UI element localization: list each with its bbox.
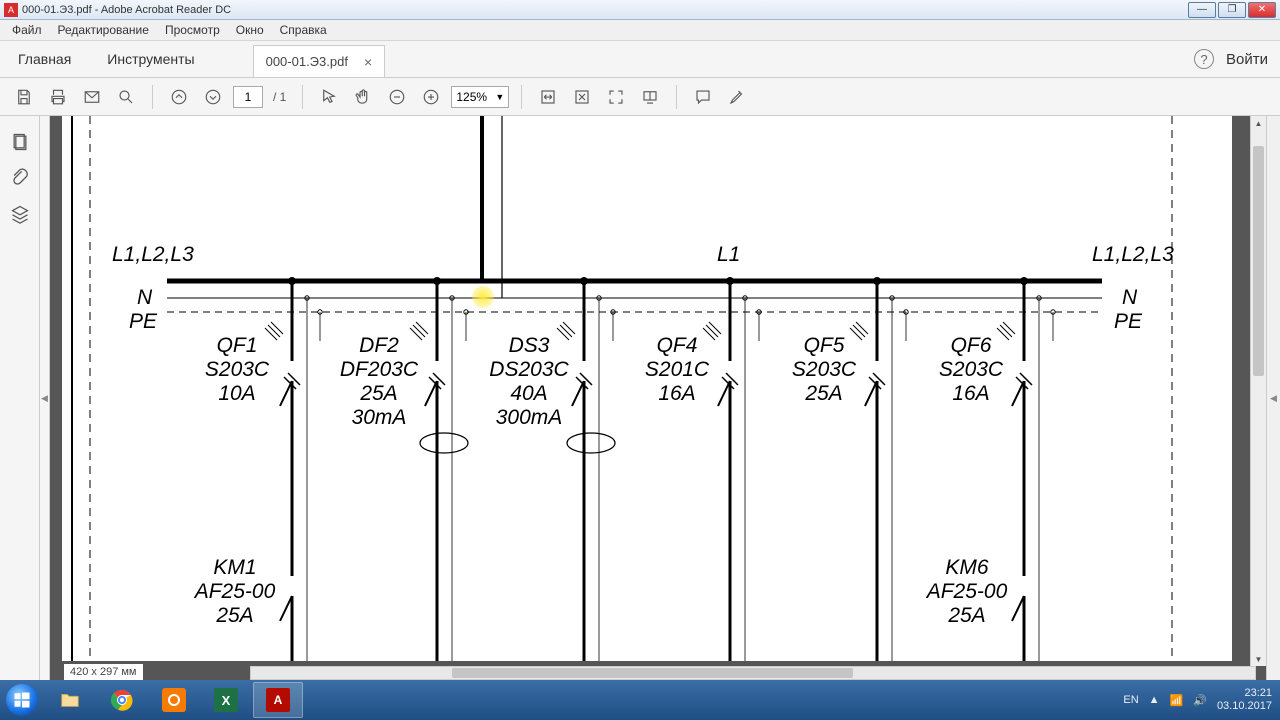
page-dimensions-label: 420 x 297 мм <box>64 664 143 680</box>
attachments-icon[interactable] <box>10 168 30 188</box>
read-mode-icon[interactable] <box>636 83 664 111</box>
tray-volume-icon[interactable]: 🔊 <box>1193 694 1207 707</box>
menu-help[interactable]: Справка <box>272 21 335 39</box>
taskbar-acrobat[interactable]: A <box>253 682 303 718</box>
page-down-icon[interactable] <box>199 83 227 111</box>
acrobat-icon: A <box>4 3 18 17</box>
bus-label-left: L1,L2,L3 <box>112 243 194 267</box>
menu-view[interactable]: Просмотр <box>157 21 228 39</box>
fit-page-icon[interactable] <box>568 83 596 111</box>
pe-label-left: PE <box>129 310 157 334</box>
tab-tools[interactable]: Инструменты <box>89 41 212 77</box>
fullscreen-icon[interactable] <box>602 83 630 111</box>
menu-bar: Файл Редактирование Просмотр Окно Справк… <box>0 20 1280 41</box>
breaker-qf4-label: QF4 S201C 16A <box>632 334 722 406</box>
email-icon[interactable] <box>78 83 106 111</box>
tray-lang[interactable]: EN <box>1123 694 1138 706</box>
menu-edit[interactable]: Редактирование <box>50 21 157 39</box>
tab-document-label: 000-01.Э3.pdf <box>266 54 348 69</box>
hand-tool-icon[interactable] <box>349 83 377 111</box>
chevron-down-icon: ▼ <box>495 92 504 102</box>
vertical-scrollbar[interactable]: ▲ ▼ <box>1250 116 1266 666</box>
tray-network-icon[interactable]: 📶 <box>1170 694 1184 707</box>
breaker-qf5-label: QF5 S203C 25A <box>779 334 869 406</box>
menu-window[interactable]: Окно <box>228 21 272 39</box>
zoom-in-icon[interactable] <box>417 83 445 111</box>
taskbar-excel[interactable]: X <box>201 682 251 718</box>
tray-flag-icon: ▲ <box>1149 694 1160 706</box>
window-titlebar: A 000-01.Э3.pdf - Adobe Acrobat Reader D… <box>0 0 1280 20</box>
menu-file[interactable]: Файл <box>4 21 50 39</box>
pe-label-right: PE <box>1114 310 1142 334</box>
contactor-km1-label: KM1 AF25-00 25A <box>180 556 290 628</box>
tab-home[interactable]: Главная <box>0 41 89 77</box>
tab-row: Главная Инструменты 000-01.Э3.pdf × ? Во… <box>0 41 1280 78</box>
minimize-button[interactable]: — <box>1188 2 1216 18</box>
zoom-select[interactable]: 125% ▼ <box>451 86 509 108</box>
system-tray[interactable]: EN ▲ 📶 🔊 23:21 03.10.2017 <box>1123 687 1280 712</box>
fit-width-icon[interactable] <box>534 83 562 111</box>
tab-document[interactable]: 000-01.Э3.pdf × <box>253 45 386 77</box>
side-panel <box>0 116 40 680</box>
save-icon[interactable] <box>10 83 38 111</box>
taskbar-chrome[interactable] <box>97 682 147 718</box>
page-total-label: / 1 <box>269 90 290 104</box>
tab-close-icon[interactable]: × <box>364 54 372 70</box>
close-button[interactable]: ✕ <box>1248 2 1276 18</box>
help-icon[interactable]: ? <box>1194 49 1214 69</box>
search-icon[interactable] <box>112 83 140 111</box>
breaker-df2-label: DF2 DF203C 25A 30mA <box>324 334 434 431</box>
right-panel-toggle[interactable]: ◀ <box>1266 116 1280 680</box>
page-up-icon[interactable] <box>165 83 193 111</box>
taskbar-app-orange[interactable] <box>149 682 199 718</box>
bus-label-mid: L1 <box>717 243 740 267</box>
print-icon[interactable] <box>44 83 72 111</box>
signin-button[interactable]: Войти <box>1226 51 1268 68</box>
bus-label-right: L1,L2,L3 <box>1092 243 1174 267</box>
zoom-out-icon[interactable] <box>383 83 411 111</box>
breaker-qf1-label: QF1 S203C 10A <box>192 334 282 406</box>
horizontal-scrollbar[interactable] <box>250 666 1256 680</box>
start-button[interactable] <box>0 680 44 720</box>
taskbar-explorer[interactable] <box>45 682 95 718</box>
window-controls: — ❐ ✕ <box>1186 2 1276 18</box>
tray-clock[interactable]: 23:21 03.10.2017 <box>1217 687 1272 712</box>
layers-icon[interactable] <box>10 204 30 224</box>
highlight-icon[interactable] <box>723 83 751 111</box>
tray-date: 03.10.2017 <box>1217 700 1272 713</box>
n-label-right: N <box>1122 286 1137 310</box>
page-number-input[interactable] <box>233 86 263 108</box>
breaker-ds3-label: DS3 DS203C 40A 300mA <box>474 334 584 431</box>
thumbnails-icon[interactable] <box>10 132 30 152</box>
maximize-button[interactable]: ❐ <box>1218 2 1246 18</box>
tray-time: 23:21 <box>1217 687 1272 700</box>
select-tool-icon[interactable] <box>315 83 343 111</box>
side-collapse-button[interactable]: ◀ <box>40 116 50 680</box>
window-title: 000-01.Э3.pdf - Adobe Acrobat Reader DC <box>22 4 231 16</box>
comment-icon[interactable] <box>689 83 717 111</box>
taskbar: X A EN ▲ 📶 🔊 23:21 03.10.2017 <box>0 680 1280 720</box>
toolbar: / 1 125% ▼ <box>0 78 1280 116</box>
breaker-qf6-label: QF6 S203C 16A <box>926 334 1016 406</box>
pdf-page: L1,L2,L3 L1 L1,L2,L3 N PE N PE QF1 S203C… <box>62 116 1232 661</box>
n-label-left: N <box>137 286 152 310</box>
zoom-value: 125% <box>456 90 487 104</box>
contactor-km6-label: KM6 AF25-00 25A <box>912 556 1022 628</box>
document-viewport[interactable]: L1,L2,L3 L1 L1,L2,L3 N PE N PE QF1 S203C… <box>50 116 1266 680</box>
